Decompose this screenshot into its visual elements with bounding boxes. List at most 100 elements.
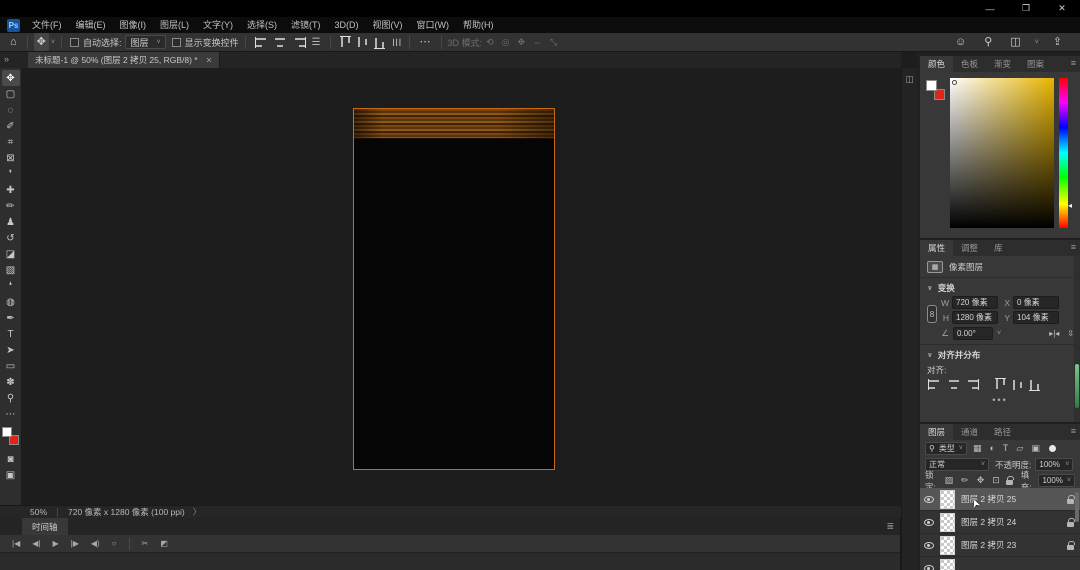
hand-tool[interactable]: ✽ (2, 374, 20, 390)
gradient-tool[interactable]: ▧ (2, 262, 20, 278)
filter-type-dropdown[interactable]: ⚲ 类型 ˅ (925, 442, 967, 455)
panel-menu-icon[interactable]: ≡ (1071, 58, 1076, 68)
chevron-down-icon[interactable]: ˅ (1035, 39, 1039, 46)
color-swatches-mini[interactable] (926, 80, 946, 100)
align-top-icon[interactable] (340, 36, 351, 49)
split-clip-icon[interactable]: ✂ (142, 539, 149, 548)
chevron-down-icon[interactable]: ˅ (51, 39, 55, 46)
visibility-eye-icon[interactable] (924, 496, 934, 503)
layer-row[interactable] (920, 557, 1080, 570)
scrollbar-thumb[interactable] (1075, 364, 1079, 408)
canvas-area[interactable] (23, 68, 901, 505)
type-tool[interactable]: T (2, 326, 20, 342)
menu-image[interactable]: 图像(I) (113, 17, 154, 33)
menu-layer[interactable]: 图层(L) (153, 17, 196, 33)
pen-tool[interactable]: ✒ (2, 310, 20, 326)
restore-button[interactable]: ❐ (1008, 0, 1044, 17)
menu-select[interactable]: 选择(S) (240, 17, 284, 33)
filter-type-icon[interactable]: T (1001, 443, 1011, 453)
align-bottom-icon[interactable] (374, 36, 385, 49)
tab-paths[interactable]: 路径 (986, 424, 1019, 440)
quick-select-tool[interactable]: ✐ (2, 118, 20, 134)
zoom-tool[interactable]: ⚲ (2, 390, 20, 406)
layer-lock-icon[interactable] (1067, 499, 1074, 504)
panel-menu-icon[interactable]: ≡ (1071, 242, 1076, 252)
foreground-color-swatch[interactable] (926, 80, 937, 91)
fill-dropdown[interactable]: 100% ˅ (1038, 474, 1075, 487)
layer-lock-icon[interactable] (1067, 522, 1074, 527)
opacity-dropdown[interactable]: 100% ˅ (1035, 458, 1073, 471)
color-field-marker[interactable] (952, 80, 957, 85)
lock-position-icon[interactable]: ✥ (975, 475, 987, 486)
align-middle-icon[interactable] (1012, 378, 1023, 391)
menu-edit[interactable]: 编辑(E) (69, 17, 113, 33)
lock-all-icon[interactable] (1006, 480, 1013, 485)
audio-toggle-icon[interactable]: ◀) (91, 539, 100, 548)
next-frame-button[interactable]: |▶ (71, 539, 79, 548)
foreground-color-swatch[interactable] (2, 427, 12, 437)
home-icon[interactable]: ⌂ (6, 33, 21, 51)
layer-row[interactable]: 图层 2 拷贝 24 (920, 511, 1080, 534)
height-field[interactable]: 1280 像素 (952, 311, 998, 324)
marquee-tool[interactable]: ▢ (2, 86, 20, 102)
tab-color[interactable]: 颜色 (920, 56, 953, 72)
lock-artboard-icon[interactable]: ⊡ (990, 475, 1002, 486)
chevron-down-icon[interactable]: ˅ (997, 330, 1001, 337)
menu-window[interactable]: 窗口(W) (410, 17, 457, 33)
lock-transparent-icon[interactable]: ▨ (943, 475, 956, 486)
align-middle-icon[interactable] (357, 36, 368, 49)
dodge-tool[interactable]: ◍ (2, 294, 20, 310)
quick-mask-icon[interactable]: ◙ (2, 451, 20, 467)
account-icon[interactable]: ☺ (951, 33, 970, 51)
hue-slider-marker[interactable]: ◂ (1068, 201, 1072, 210)
layer-thumbnail[interactable] (940, 490, 955, 509)
layer-name[interactable]: 图层 2 拷贝 23 (961, 539, 1061, 551)
edit-toolbar-icon[interactable]: ⋯ (2, 406, 20, 422)
clone-stamp-tool[interactable]: ♟ (2, 214, 20, 230)
align-bottom-icon[interactable] (1029, 378, 1040, 391)
zoom-level[interactable]: 50% (0, 507, 57, 517)
visibility-eye-icon[interactable] (924, 542, 934, 549)
align-right-icon[interactable] (966, 379, 979, 390)
align-center-h-icon[interactable] (274, 37, 287, 48)
tab-swatches[interactable]: 色板 (953, 56, 986, 72)
filter-adjustment-icon[interactable]: ◐ (987, 443, 996, 453)
menu-help[interactable]: 帮助(H) (456, 17, 501, 33)
history-brush-tool[interactable]: ↺ (2, 230, 20, 246)
search-icon[interactable]: ⚲ (980, 33, 996, 51)
close-tab-icon[interactable]: ✕ (206, 56, 213, 65)
layer-name[interactable]: 图层 2 拷贝 24 (961, 516, 1061, 528)
scrollbar-thumb[interactable] (1075, 492, 1079, 522)
filter-toggle-icon[interactable] (1049, 445, 1056, 452)
play-button[interactable]: ▶ (52, 539, 58, 548)
align-top-icon[interactable] (995, 378, 1006, 391)
tab-libraries[interactable]: 库 (986, 240, 1011, 256)
distribute-h-icon[interactable]: ☰ (312, 37, 321, 48)
tools-collapse-icon[interactable]: » (4, 54, 9, 64)
align-left-icon[interactable] (255, 37, 268, 48)
align-right-icon[interactable] (293, 37, 306, 48)
panel-menu-icon[interactable]: ≡ (1071, 426, 1076, 436)
lasso-tool[interactable]: ◌ (2, 102, 20, 118)
color-swatches[interactable] (2, 427, 20, 445)
menu-file[interactable]: 文件(F) (25, 17, 69, 33)
link-dimensions-icon[interactable]: 8 (927, 305, 937, 323)
visibility-eye-icon[interactable] (924, 565, 934, 570)
menu-filter[interactable]: 滤镜(T) (284, 17, 328, 33)
document-tab[interactable]: 未标题-1 @ 50% (图层 2 拷贝 25, RGB/8) * ✕ (28, 52, 220, 68)
tab-layers[interactable]: 图层 (920, 424, 953, 440)
collapsed-panel-icon[interactable]: ◫ (904, 74, 916, 85)
minimize-button[interactable]: — (972, 0, 1008, 17)
menu-3d[interactable]: 3D(D) (328, 17, 366, 33)
menu-type[interactable]: 文字(Y) (196, 17, 240, 33)
layer-lock-icon[interactable] (1067, 545, 1074, 550)
layer-thumbnail[interactable] (940, 559, 955, 570)
filter-pixel-icon[interactable]: ▦ (971, 443, 984, 454)
layer-thumbnail[interactable] (940, 536, 955, 555)
tab-patterns[interactable]: 图案 (1019, 56, 1052, 72)
more-options-icon[interactable]: ⋯ (416, 33, 435, 51)
crop-tool[interactable]: ⌗ (2, 134, 20, 150)
tab-properties[interactable]: 属性 (920, 240, 953, 256)
layer-row[interactable]: 图层 2 拷贝 23 (920, 534, 1080, 557)
auto-select-dropdown[interactable]: 图层 ˅ (125, 35, 165, 49)
